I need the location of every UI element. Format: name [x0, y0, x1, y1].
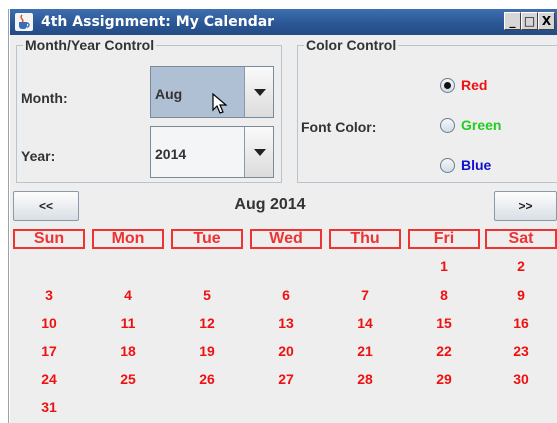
- day-header-wed: Wed: [250, 229, 322, 249]
- day-cell[interactable]: 6: [266, 287, 306, 303]
- day-cell[interactable]: 16: [501, 315, 541, 331]
- day-cell[interactable]: 7: [345, 287, 385, 303]
- year-combobox[interactable]: 2014: [150, 126, 274, 178]
- day-cell[interactable]: 8: [424, 287, 464, 303]
- day-header-fri: Fri: [408, 229, 480, 249]
- day-cell[interactable]: 13: [266, 315, 306, 331]
- day-cell[interactable]: 17: [29, 343, 69, 359]
- maximize-button[interactable]: □: [521, 12, 538, 30]
- year-label: Year:: [21, 148, 56, 164]
- day-cell[interactable]: 23: [501, 343, 541, 359]
- day-header-mon: Mon: [92, 229, 164, 249]
- month-dropdown-button[interactable]: [244, 67, 273, 117]
- day-cell[interactable]: 11: [108, 315, 148, 331]
- day-cell[interactable]: 30: [501, 371, 541, 387]
- color-control-panel: Color Control Font Color: Red Green Blue: [297, 36, 557, 183]
- font-color-label: Font Color:: [301, 119, 377, 135]
- month-combobox-value: Aug: [155, 86, 183, 102]
- window-content: Month/Year Control Month: Aug Year: 2014…: [10, 35, 557, 423]
- day-cell[interactable]: 12: [187, 315, 227, 331]
- window-title: 4th Assignment: My Calendar: [41, 14, 275, 30]
- month-year-control-panel: Month/Year Control Month: Aug Year: 2014: [16, 36, 282, 183]
- radio-unselected-icon: [440, 157, 455, 173]
- java-cup-icon: [15, 13, 33, 31]
- day-cell[interactable]: 29: [424, 371, 464, 387]
- day-header-sun: Sun: [13, 229, 85, 249]
- chevron-down-icon: [254, 149, 266, 156]
- month-year-legend: Month/Year Control: [23, 36, 157, 54]
- day-cell[interactable]: 27: [266, 371, 306, 387]
- radio-blue[interactable]: Blue: [440, 156, 491, 174]
- radio-green[interactable]: Green: [440, 116, 501, 134]
- day-header-tue: Tue: [171, 229, 243, 249]
- minimize-button[interactable]: _: [504, 12, 521, 30]
- day-cell[interactable]: 1: [424, 258, 464, 274]
- day-cell[interactable]: 10: [29, 315, 69, 331]
- radio-green-label: Green: [461, 117, 502, 133]
- radio-selected-icon: [440, 77, 455, 93]
- day-cell[interactable]: 26: [187, 371, 227, 387]
- day-cell[interactable]: 3: [29, 287, 69, 303]
- day-cell[interactable]: 9: [501, 287, 541, 303]
- window-frame-edge: [8, 9, 9, 423]
- calendar-month-title: Aug 2014: [234, 196, 306, 213]
- day-cell[interactable]: 24: [29, 371, 69, 387]
- radio-red[interactable]: Red: [440, 76, 487, 94]
- title-bar[interactable]: 4th Assignment: My Calendar _ □ X: [10, 9, 557, 35]
- day-cell[interactable]: 28: [345, 371, 385, 387]
- color-control-legend: Color Control: [304, 36, 399, 54]
- day-header-thu: Thu: [329, 229, 401, 249]
- day-cell[interactable]: 20: [266, 343, 306, 359]
- day-cell[interactable]: 21: [345, 343, 385, 359]
- year-dropdown-button[interactable]: [244, 127, 273, 177]
- day-cell[interactable]: 18: [108, 343, 148, 359]
- close-button[interactable]: X: [538, 12, 555, 30]
- next-month-button[interactable]: >>: [494, 191, 557, 221]
- radio-blue-label: Blue: [461, 157, 492, 173]
- month-label: Month:: [21, 90, 68, 106]
- day-header-sat: Sat: [485, 229, 557, 249]
- previous-month-button[interactable]: <<: [13, 191, 79, 221]
- mouse-cursor-icon: [212, 93, 228, 114]
- radio-unselected-icon: [440, 117, 455, 133]
- day-cell[interactable]: 4: [108, 287, 148, 303]
- day-cell[interactable]: 22: [424, 343, 464, 359]
- day-cell[interactable]: 2: [501, 258, 541, 274]
- month-combobox[interactable]: Aug: [150, 66, 274, 118]
- year-combobox-value: 2014: [155, 146, 187, 162]
- day-cell[interactable]: 15: [424, 315, 464, 331]
- day-cell[interactable]: 19: [187, 343, 227, 359]
- radio-red-label: Red: [461, 77, 488, 93]
- day-cell[interactable]: 14: [345, 315, 385, 331]
- day-cell[interactable]: 31: [29, 399, 69, 415]
- day-cell[interactable]: 5: [187, 287, 227, 303]
- day-cell[interactable]: 25: [108, 371, 148, 387]
- chevron-down-icon: [254, 89, 266, 96]
